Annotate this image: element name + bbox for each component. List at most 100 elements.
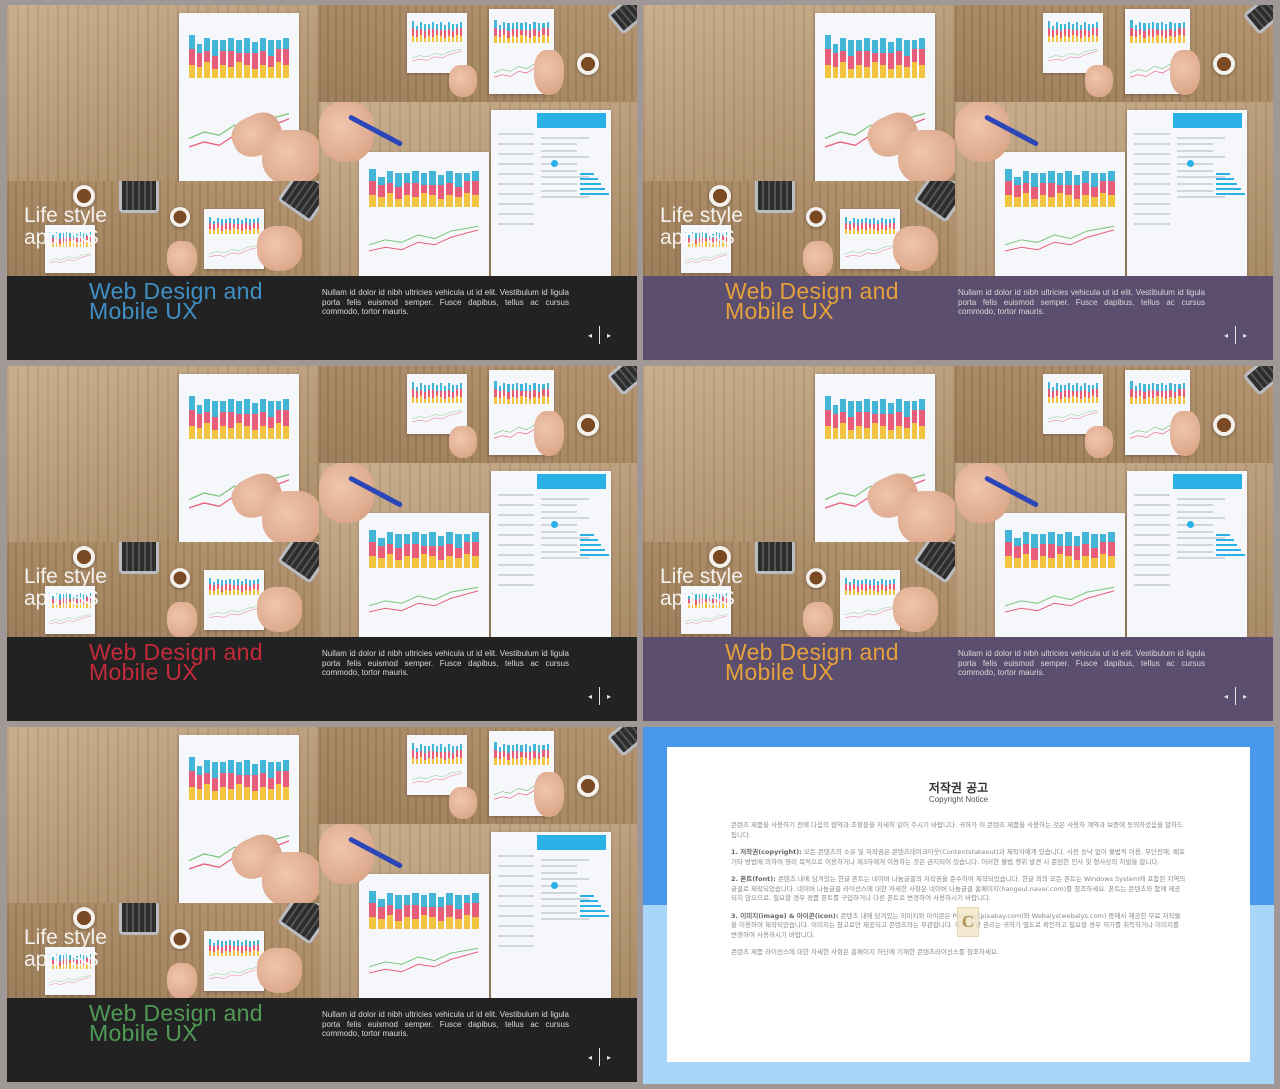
resume-header-bar (1172, 113, 1243, 129)
resume-skill-bar (579, 910, 605, 913)
paper-bar-graphic (494, 741, 549, 766)
overlay-caption: Life style app ISS (24, 205, 107, 249)
resume-text-line (498, 924, 535, 927)
laptop (119, 903, 159, 935)
coffee-cup (1213, 53, 1235, 75)
hand-with-pen (319, 463, 374, 523)
pointing-hand (893, 226, 938, 271)
resume-text-line (1177, 557, 1226, 560)
resume-skill-bar (1215, 549, 1241, 552)
paper-line-graphic (411, 48, 463, 62)
hand (167, 963, 197, 998)
chart-document (204, 209, 264, 269)
resume-skill-bar (579, 895, 595, 898)
slide-footer: Web Design and Mobile UX Nullam id dolor i… (7, 998, 637, 1082)
chart-document (204, 570, 264, 630)
resume-skill-bar (1215, 544, 1238, 547)
prev-arrow-icon[interactable]: ◂ (1224, 331, 1228, 340)
resume-text-line (498, 212, 535, 215)
writing-hand (1170, 50, 1200, 95)
resume-text-line (498, 944, 535, 947)
photo-tile-resume (319, 463, 637, 637)
pointing-hand (262, 852, 319, 903)
chart-document (407, 735, 467, 795)
hand (167, 602, 197, 637)
resume-text-line (1134, 202, 1171, 205)
photo-tile-chart-hand (643, 366, 955, 542)
slide-title: Web Design and Mobile UX (89, 641, 263, 684)
chart-document (995, 513, 1125, 637)
resume-text-line (1134, 563, 1171, 566)
resume-text-line (541, 156, 590, 159)
paper-line-graphic (844, 605, 896, 619)
slide-description: Nullam id dolor id nibh ultricies vehicu… (958, 649, 1205, 677)
resume-document (491, 471, 611, 637)
copyright-intro: 콘텐츠 제품을 사용하기 전에 다음의 협약과 조항들을 자세히 읽어 주시기 … (731, 821, 1184, 839)
slide-description: Nullam id dolor id nibh ultricies vehicu… (322, 649, 569, 677)
paper-bar-graphic (824, 394, 926, 440)
paper-line-graphic (369, 947, 479, 974)
prev-arrow-icon[interactable]: ◂ (588, 692, 592, 701)
resume-avatar-icon (551, 881, 558, 889)
coffee-cup (577, 775, 599, 797)
laptop (755, 181, 795, 213)
slide-title-line-2: Mobile UX (89, 298, 198, 324)
overlay-line-1: Life style (24, 926, 107, 949)
overlay-line-2: app ISS (24, 226, 99, 249)
resume-text-line (541, 891, 578, 894)
overlay-line-2: app ISS (24, 587, 99, 610)
resume-text-line (541, 517, 590, 520)
resume-skill-bar (579, 183, 602, 186)
next-arrow-icon[interactable]: ▸ (1243, 692, 1247, 701)
resume-text-line (1177, 169, 1214, 172)
paper-bar-graphic (1047, 20, 1099, 43)
chart-document (1043, 13, 1103, 73)
paper-line-graphic (1005, 586, 1115, 613)
resume-text-line (1134, 133, 1171, 136)
chart-document (407, 374, 467, 434)
resume-text-line (1134, 173, 1171, 176)
resume-text-line (541, 530, 578, 533)
next-arrow-icon[interactable]: ▸ (607, 692, 611, 701)
prev-arrow-icon[interactable]: ◂ (588, 331, 592, 340)
paper-bar-graphic (1005, 167, 1115, 207)
resume-text-line (498, 534, 535, 537)
resume-text-line (498, 905, 535, 908)
resume-text-line (498, 163, 535, 166)
resume-text-line (498, 855, 535, 858)
resume-skill-bar (579, 188, 605, 191)
writing-hand (534, 50, 564, 95)
prev-arrow-icon[interactable]: ◂ (588, 1053, 592, 1062)
resume-skill-bar (1215, 183, 1238, 186)
paper-line-graphic (411, 409, 463, 423)
resume-text-line (1134, 193, 1171, 195)
slide-title-line-2: Mobile UX (89, 1020, 198, 1046)
photo-tile-writing (319, 366, 637, 463)
overlay-line-1: Life style (660, 565, 743, 588)
paper-line-graphic (369, 586, 479, 613)
next-arrow-icon[interactable]: ▸ (1243, 331, 1247, 340)
resume-text-line (541, 918, 590, 921)
paper-bar-graphic (824, 33, 926, 79)
next-arrow-icon[interactable]: ▸ (607, 331, 611, 340)
prev-arrow-icon[interactable]: ◂ (1224, 692, 1228, 701)
coffee-cup (170, 568, 190, 588)
resume-text-line (498, 133, 535, 136)
hand (167, 241, 197, 276)
slide-5: Life style app ISS Web Design and Mobile UX… (7, 727, 637, 1082)
resume-skill-bar (579, 534, 595, 537)
coffee-cup (170, 207, 190, 227)
slide-title: Web Design and Mobile UX (89, 1002, 263, 1046)
paper-line-graphic (1005, 225, 1115, 252)
resume-text-line (498, 583, 535, 586)
resume-text-line (498, 202, 535, 205)
resume-skill-bar (1215, 173, 1231, 176)
overlay-line-2: app ISS (660, 587, 735, 610)
next-arrow-icon[interactable]: ▸ (607, 1053, 611, 1062)
resting-hand (449, 787, 477, 819)
chart-document (359, 874, 489, 998)
coffee-cup (806, 207, 826, 227)
resume-text-line (541, 905, 578, 908)
writing-hand (534, 411, 564, 456)
photo-tile-resume (955, 102, 1273, 276)
